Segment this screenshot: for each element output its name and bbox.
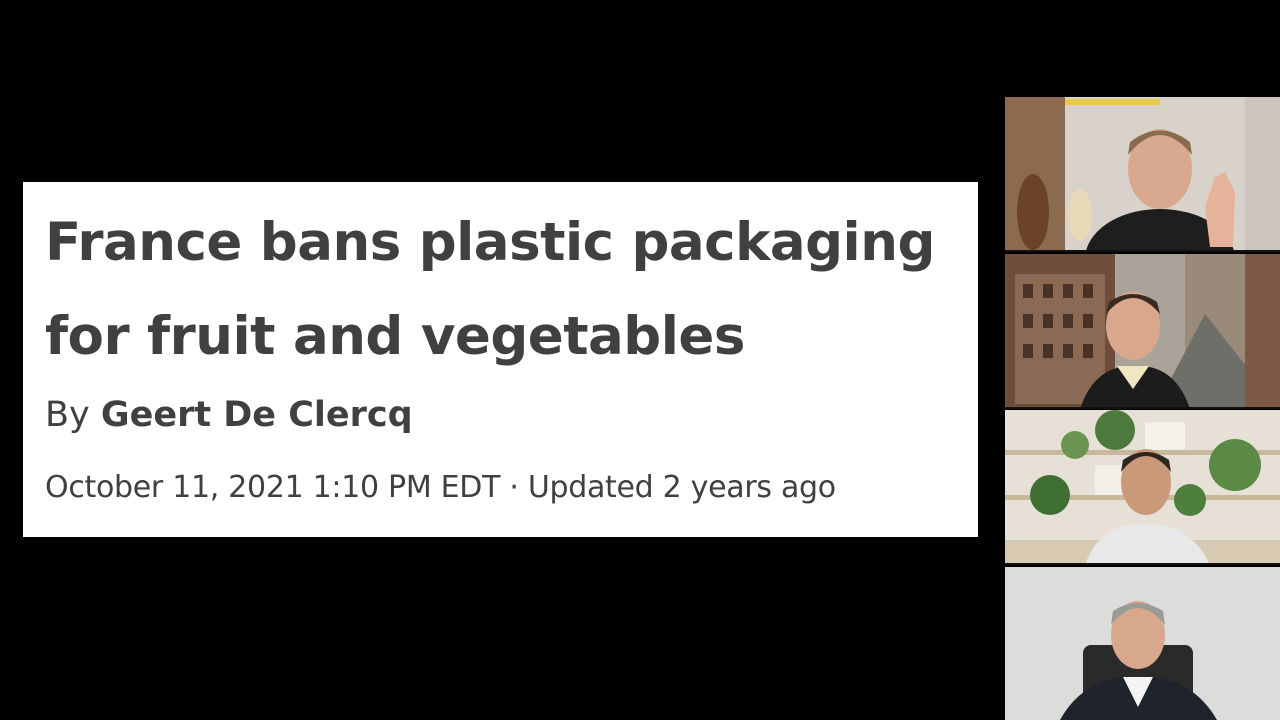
participant-tile-2[interactable] [1005, 254, 1280, 409]
plant-icon [1095, 410, 1135, 450]
author-name: Geert De Clercq [100, 395, 413, 435]
plant-icon [1209, 439, 1261, 491]
byline-prefix: By [45, 395, 90, 435]
participant-tile-4[interactable] [1005, 567, 1280, 720]
participant-video-4 [1005, 567, 1280, 720]
participant-tile-1[interactable] [1005, 97, 1280, 252]
participant-gallery [1005, 97, 1280, 720]
headline-line-1: France bans plastic packaging [45, 212, 935, 273]
participant-video-2 [1005, 254, 1280, 407]
plant-icon [1030, 475, 1070, 515]
participant-video-1 [1005, 97, 1280, 250]
participant-tile-3[interactable] [1005, 410, 1280, 565]
article-headline: France bans plastic packaging for fruit … [45, 196, 958, 384]
participant-video-3 [1005, 410, 1280, 563]
byline: By Geert De Clercq [45, 390, 958, 440]
headline-line-2: for fruit and vegetables [45, 306, 745, 367]
article-card: France bans plastic packaging for fruit … [23, 182, 978, 537]
dateline: October 11, 2021 1:10 PM EDT · Updated 2… [45, 470, 836, 505]
guitar-icon [1017, 174, 1049, 250]
